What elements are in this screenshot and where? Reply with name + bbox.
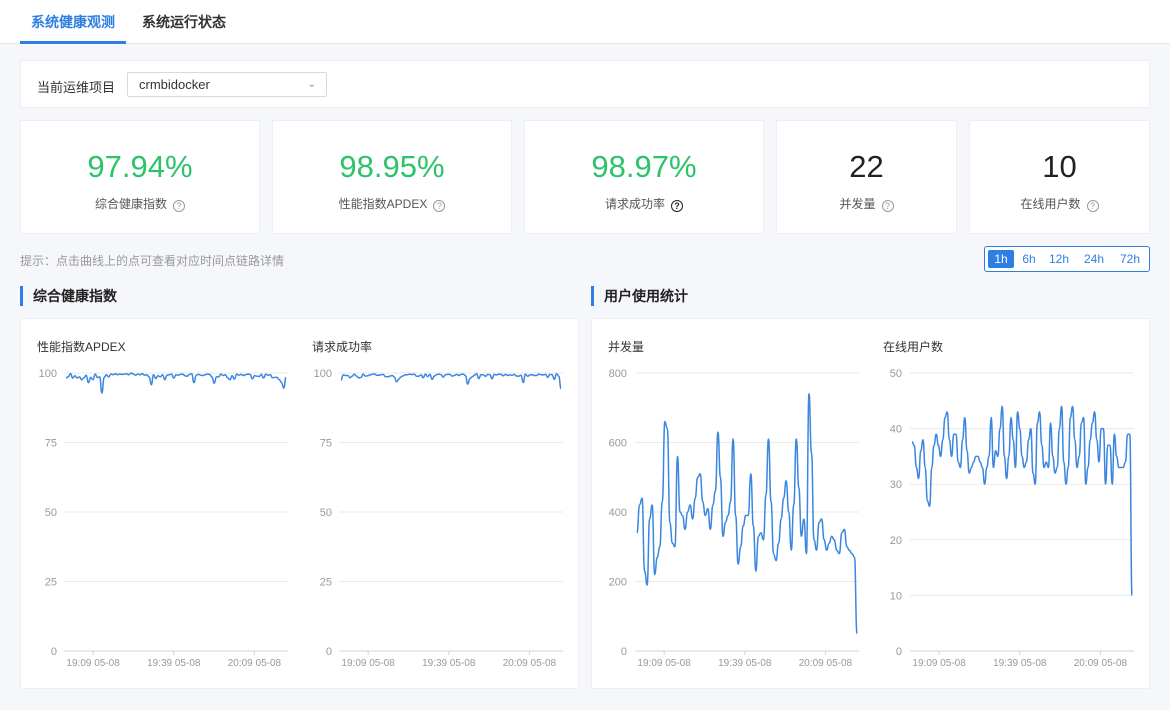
series-line — [65, 372, 287, 394]
x-tick-label: 19:39 05-08 — [718, 658, 772, 669]
x-tick-label: 19:39 05-08 — [147, 658, 201, 669]
x-tick-label: 20:09 05-08 — [228, 658, 282, 669]
y-tick-label: 200 — [609, 577, 627, 589]
x-tick-label: 20:09 05-08 — [799, 658, 853, 669]
y-tick-label: 0 — [621, 646, 627, 658]
y-tick-label: 25 — [45, 577, 57, 589]
x-tick-label: 19:09 05-08 — [912, 658, 966, 669]
y-tick-label: 75 — [45, 438, 57, 450]
y-tick-label: 50 — [890, 368, 902, 380]
series-line — [340, 373, 562, 390]
y-tick-label: 100 — [314, 368, 332, 380]
y-tick-label: 600 — [609, 438, 627, 450]
y-tick-label: 40 — [890, 424, 902, 436]
x-tick-label: 20:09 05-08 — [503, 658, 557, 669]
x-tick-label: 19:39 05-08 — [422, 658, 476, 669]
y-tick-label: 0 — [896, 646, 902, 658]
y-tick-label: 10 — [890, 590, 902, 602]
y-tick-label: 0 — [326, 646, 332, 658]
y-tick-label: 30 — [890, 479, 902, 491]
y-tick-label: 50 — [320, 507, 332, 519]
y-tick-label: 75 — [320, 438, 332, 450]
series-line — [911, 405, 1133, 597]
y-tick-label: 50 — [45, 507, 57, 519]
y-tick-label: 100 — [39, 368, 57, 380]
series-line — [636, 393, 858, 635]
x-tick-label: 19:09 05-08 — [66, 658, 120, 669]
x-tick-label: 19:09 05-08 — [341, 658, 395, 669]
x-tick-label: 20:09 05-08 — [1074, 658, 1128, 669]
y-tick-label: 0 — [51, 646, 57, 658]
y-tick-label: 25 — [320, 577, 332, 589]
y-tick-label: 20 — [890, 535, 902, 547]
x-tick-label: 19:09 05-08 — [637, 658, 691, 669]
x-tick-label: 19:39 05-08 — [993, 658, 1047, 669]
y-tick-label: 800 — [609, 368, 627, 380]
y-tick-label: 400 — [609, 507, 627, 519]
charts-layer: 025507510019:09 05-08 19:39 05-08 20:09 05… — [39, 368, 1134, 669]
